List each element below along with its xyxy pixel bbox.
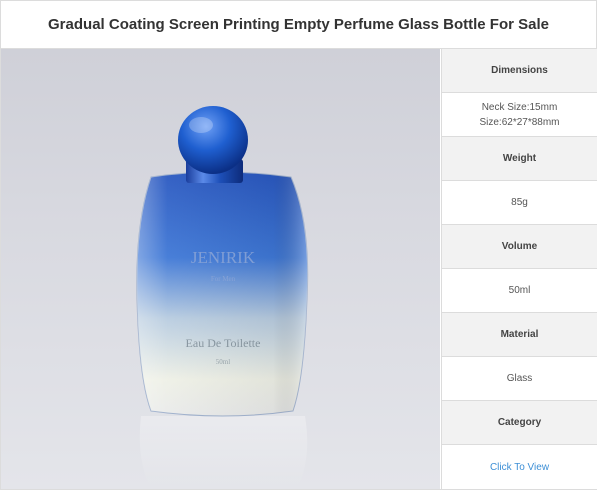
product-image: JENIRIK For Men Eau De Toilette 50ml bbox=[1, 49, 440, 489]
spec-table: Dimensions Neck Size:15mm Size:62*27*88m… bbox=[441, 49, 597, 489]
category-row: Click To View bbox=[442, 445, 597, 489]
page-title: Gradual Coating Screen Printing Empty Pe… bbox=[0, 0, 597, 49]
spec-value-size: Size:62*27*88mm bbox=[479, 116, 560, 128]
click-to-view-link[interactable]: Click To View bbox=[490, 462, 549, 473]
spec-label-weight: Weight bbox=[442, 137, 597, 181]
spec-value-neck-size: Neck Size:15mm bbox=[481, 101, 558, 113]
spec-label-category: Category bbox=[442, 401, 597, 445]
bottle-subline-text: For Men bbox=[211, 275, 236, 283]
spec-value-volume: 50ml bbox=[442, 269, 597, 313]
spec-value-dimensions: Neck Size:15mm Size:62*27*88mm bbox=[442, 93, 597, 137]
spec-value-weight: 85g bbox=[442, 181, 597, 225]
spec-label-dimensions: Dimensions bbox=[442, 49, 597, 93]
bottle-brand-text: JENIRIK bbox=[191, 248, 256, 267]
bottle-volume-text: 50ml bbox=[216, 358, 230, 366]
spec-value-material: Glass bbox=[442, 357, 597, 401]
bottle-product-text: Eau De Toilette bbox=[186, 336, 261, 350]
spec-label-volume: Volume bbox=[442, 225, 597, 269]
perfume-bottle-illustration: JENIRIK For Men Eau De Toilette 50ml bbox=[136, 106, 309, 489]
spec-label-material: Material bbox=[442, 313, 597, 357]
